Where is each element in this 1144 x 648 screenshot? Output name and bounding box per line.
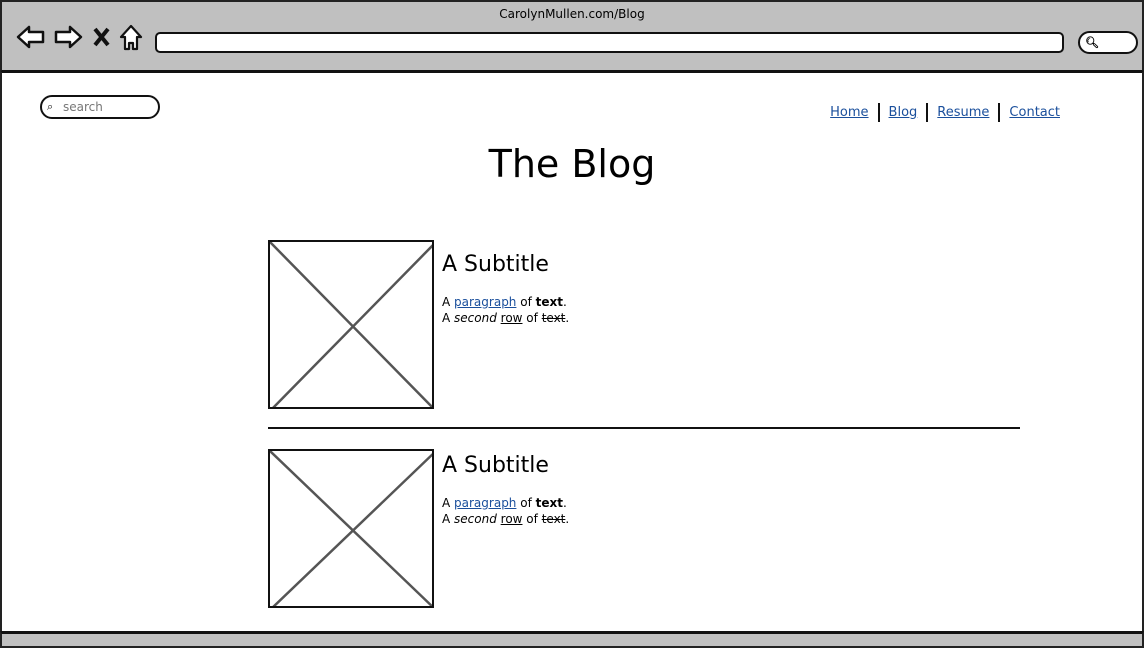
nav-separator (877, 103, 880, 122)
post-subtitle: A Subtitle (442, 252, 549, 277)
search-icon: ⌕ (47, 100, 54, 113)
text: A (442, 295, 455, 309)
strikethrough-text: text (541, 512, 566, 526)
back-icon[interactable] (16, 24, 46, 50)
post-subtitle: A Subtitle (442, 453, 549, 478)
main-nav: Home Blog Resume Contact (830, 103, 1060, 122)
search-icon: 🔍︎ (1085, 36, 1099, 49)
bold-text: text (535, 496, 563, 510)
nav-resume[interactable]: Resume (937, 105, 989, 120)
window-title: CarolynMullen.com/Blog (499, 7, 645, 21)
text: A (442, 512, 455, 526)
text: A (442, 496, 455, 510)
image-placeholder (268, 240, 434, 409)
bold-text: text (535, 295, 563, 309)
browser-search[interactable]: 🔍︎ (1078, 31, 1138, 54)
nav-blog[interactable]: Blog (889, 105, 918, 120)
post-paragraph: A paragraph of text. A second row of tex… (442, 294, 569, 326)
browser-status-bar (0, 631, 1144, 648)
browser-toolbar: CarolynMullen.com/Blog 🔍︎ (0, 0, 1144, 73)
text: . (565, 512, 570, 526)
address-bar[interactable] (155, 32, 1064, 53)
underlined-text: row (500, 512, 523, 526)
text: of (516, 496, 536, 510)
underlined-text: row (500, 311, 523, 325)
nav-separator (998, 103, 1001, 122)
paragraph-link[interactable]: paragraph (454, 295, 516, 309)
page-title: The Blog (488, 142, 656, 186)
italic-text: second (454, 311, 497, 325)
strikethrough-text: text (541, 311, 566, 325)
home-icon[interactable] (118, 24, 144, 52)
forward-icon[interactable] (53, 24, 83, 50)
post-paragraph: A paragraph of text. A second row of tex… (442, 495, 569, 527)
italic-text: second (454, 512, 497, 526)
text: of (522, 512, 542, 526)
text: of (522, 311, 542, 325)
text: . (565, 311, 570, 325)
close-icon[interactable] (92, 24, 112, 50)
nav-separator (926, 103, 929, 122)
nav-home[interactable]: Home (830, 105, 868, 120)
search-placeholder: search (63, 100, 103, 114)
image-placeholder (268, 449, 434, 608)
search-input[interactable]: ⌕ search (40, 95, 160, 119)
text: . (562, 496, 567, 510)
text: . (562, 295, 567, 309)
text: A (442, 311, 455, 325)
nav-contact[interactable]: Contact (1009, 105, 1060, 120)
post-divider (268, 427, 1020, 429)
text: of (516, 295, 536, 309)
paragraph-link[interactable]: paragraph (454, 496, 516, 510)
